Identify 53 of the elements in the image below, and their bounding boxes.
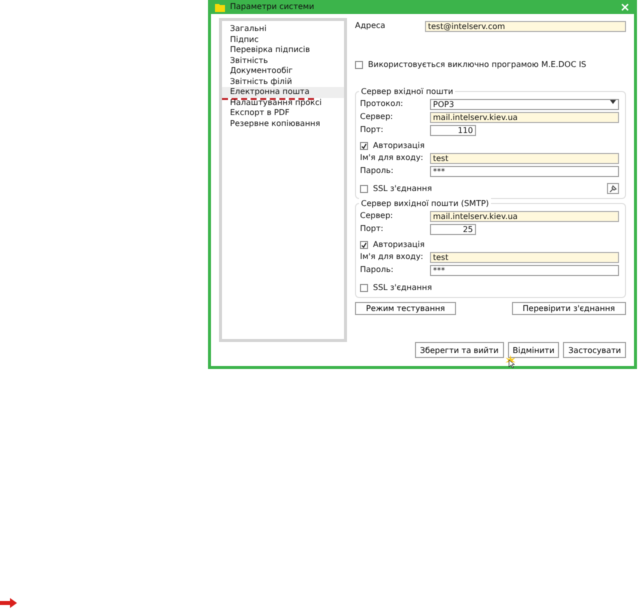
field-label: Пароль: xyxy=(360,165,394,177)
input-field[interactable]: mail.intelserv.kiev.ua xyxy=(430,210,619,222)
footer-button[interactable]: Застосувати xyxy=(563,342,626,358)
input-field[interactable]: test xyxy=(430,252,619,262)
input-field[interactable]: test xyxy=(430,152,619,164)
field-label: Адреса xyxy=(355,20,386,32)
checkbox[interactable] xyxy=(360,284,368,292)
sidebar-item[interactable]: Резервне копіювання xyxy=(222,118,344,129)
field-label: Порт: xyxy=(360,124,384,136)
group-legend: Сервер вхідної пошти xyxy=(359,86,456,98)
sidebar-item[interactable]: Електронна пошта xyxy=(222,87,344,98)
field-label: Сервер: xyxy=(360,210,394,222)
checkbox[interactable] xyxy=(360,142,368,150)
checkbox[interactable] xyxy=(355,61,363,69)
test-button[interactable]: Режим тестування xyxy=(355,302,456,315)
folder-icon xyxy=(215,2,225,12)
input-field[interactable]: test@intelserv.com xyxy=(425,20,626,32)
sidebar-item[interactable]: Загальні xyxy=(222,24,344,34)
input-field[interactable]: 110 xyxy=(430,124,476,136)
checkbox[interactable] xyxy=(360,185,368,193)
footer-button[interactable]: Відмінити xyxy=(508,342,560,358)
footer-button[interactable]: Зберегти та вийти xyxy=(414,342,504,358)
window-title: Параметри системи xyxy=(230,1,314,13)
dropdown[interactable]: POP3 xyxy=(430,98,619,110)
checkbox-label: Авторизація xyxy=(373,140,425,152)
sidebar-item[interactable]: Звітність філій xyxy=(222,76,344,87)
checkbox-label: SSL з'єднання xyxy=(373,282,432,294)
dropdown-value: POP3 xyxy=(433,100,454,108)
sidebar-item[interactable]: Документообіг xyxy=(222,66,344,76)
arrow-icon xyxy=(0,598,17,608)
sidebar-item[interactable]: Налаштування проксі xyxy=(222,98,344,108)
sidebar-item[interactable]: Експорт в PDF xyxy=(222,108,344,118)
checkbox-label: SSL з'єднання xyxy=(373,183,432,195)
input-field[interactable]: mail.intelserv.kiev.ua xyxy=(430,112,619,122)
group-legend: Сервер вихідної пошти (SMTP) xyxy=(359,198,491,210)
field-label: Сервер: xyxy=(360,111,394,123)
field-label: Пароль: xyxy=(360,264,394,276)
input-field[interactable]: 25 xyxy=(430,224,476,234)
input-field[interactable]: *** xyxy=(430,166,619,176)
field-label: Протокол: xyxy=(360,98,404,110)
field-label: Ім'я для входу: xyxy=(360,251,424,263)
sidebar-item[interactable]: Підпис xyxy=(222,34,344,45)
field-label: Ім'я для входу: xyxy=(360,152,424,164)
tool-button[interactable] xyxy=(607,183,619,194)
field-label: Порт: xyxy=(360,223,384,235)
sidebar-item[interactable]: Перевірка підписів xyxy=(222,45,344,56)
sidebar-item[interactable]: Звітність xyxy=(222,56,344,66)
checkbox[interactable] xyxy=(360,241,368,249)
input-field[interactable]: *** xyxy=(430,264,619,276)
checkbox-label: Використовується виключно програмою M.E.DOC IS xyxy=(368,59,586,71)
test-button[interactable]: Перевірити з'єднання xyxy=(512,302,626,315)
checkbox-label: Авторизація xyxy=(373,239,425,251)
caret-icon xyxy=(610,100,616,104)
